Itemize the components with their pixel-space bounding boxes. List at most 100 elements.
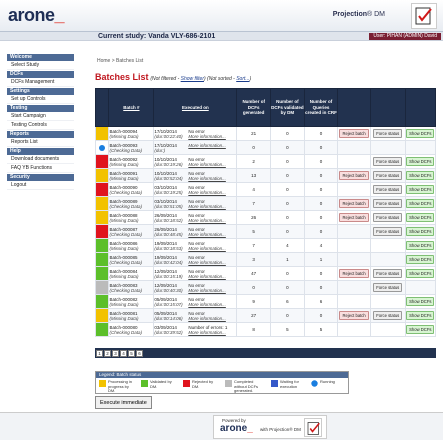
- sidebar-item-testing-controls[interactable]: Testing Controls: [7, 121, 74, 130]
- show-dcfs-button[interactable]: Show DCFs: [406, 157, 435, 166]
- executed-wrap: 03/10/2014 (dur:00:19:25) No error More inf…: [155, 185, 236, 195]
- more-information-link[interactable]: More information...: [188, 316, 226, 321]
- gen-count: 9: [236, 294, 272, 309]
- show-dcfs-button[interactable]: Show DCFs: [406, 199, 435, 208]
- batches-table: Batch # Executed on Number of DCFs gener…: [94, 88, 437, 337]
- more-information-link[interactable]: More information...: [188, 330, 226, 335]
- executed-info-block: No error More information...: [188, 283, 226, 293]
- page-button[interactable]: 6: [136, 349, 143, 357]
- force-cell: Force status: [369, 168, 406, 183]
- sidebar-item-select-study[interactable]: Select Study: [7, 61, 74, 70]
- more-information-link[interactable]: More information...: [188, 134, 226, 139]
- sidebar-item-dcfs-management[interactable]: DCFs Management: [7, 78, 74, 87]
- force-status-button[interactable]: Force status: [373, 227, 403, 236]
- show-cell: Show DCFs: [404, 308, 437, 323]
- reject-batch-button[interactable]: Reject batch: [339, 199, 369, 208]
- page-button[interactable]: 2: [104, 349, 111, 357]
- gen-count: 13: [236, 168, 272, 183]
- q-count: 6: [303, 294, 339, 309]
- status-indicator: [96, 295, 108, 308]
- more-information-link[interactable]: More information...: [188, 190, 226, 195]
- breadcrumb[interactable]: Home > Batches List: [97, 58, 143, 64]
- page-button[interactable]: 4: [120, 349, 127, 357]
- reject-cell: Reject batch: [337, 266, 371, 281]
- reject-batch-button[interactable]: Reject batch: [339, 269, 369, 278]
- show-dcfs-button[interactable]: Show DCFs: [406, 185, 435, 194]
- show-dcfs-button[interactable]: Show DCFs: [406, 171, 435, 180]
- show-dcfs-button[interactable]: Show DCFs: [406, 129, 435, 138]
- legend-item: Validated by DM.: [141, 379, 181, 394]
- force-status-button[interactable]: Force status: [373, 199, 403, 208]
- force-status-button[interactable]: Force status: [373, 283, 403, 292]
- show-dcfs-button[interactable]: Show DCFs: [406, 269, 435, 278]
- force-status-button[interactable]: Force status: [373, 213, 403, 222]
- status-cell: [94, 126, 110, 141]
- show-dcfs-button[interactable]: Show DCFs: [406, 311, 435, 320]
- status-indicator: [96, 127, 108, 140]
- more-information-link[interactable]: More information...: [188, 143, 226, 148]
- executed-wrap: 10/10/2014 (dur:00:52:04) No error More inf…: [155, 171, 236, 181]
- q-count: 0: [303, 140, 339, 155]
- table-row: Batch-000080 (Checking Data) 03/09/2014 (du…: [94, 322, 437, 337]
- force-status-button[interactable]: Force status: [373, 171, 403, 180]
- q-count: 0: [303, 168, 339, 183]
- reject-cell: Reject batch: [337, 196, 371, 211]
- executed-duration: (dur:00:40:30): [154, 287, 183, 293]
- arone-logo[interactable]: arone_: [8, 5, 65, 26]
- more-information-link[interactable]: More information...: [188, 232, 226, 237]
- show-filter-link[interactable]: Show filter: [181, 76, 204, 82]
- status-indicator: [96, 239, 108, 252]
- more-information-link[interactable]: More information...: [188, 302, 226, 307]
- more-information-link[interactable]: More information...: [188, 246, 226, 251]
- sidebar-item-set-up-controls[interactable]: Set up Controls: [7, 95, 74, 104]
- show-cell: Show DCFs: [404, 154, 437, 169]
- more-information-link[interactable]: More information...: [188, 204, 226, 209]
- sort-link[interactable]: Sort...: [236, 76, 249, 82]
- status-cell: [94, 266, 110, 281]
- more-information-link[interactable]: More information...: [188, 162, 226, 167]
- status-cell: [94, 154, 110, 169]
- reject-batch-button[interactable]: Reject batch: [339, 213, 369, 222]
- force-status-button[interactable]: Force status: [373, 157, 403, 166]
- sidebar-item-start-campaign[interactable]: Start Campaign: [7, 112, 74, 121]
- reject-batch-button[interactable]: Reject batch: [339, 129, 369, 138]
- sidebar-item-reports-list[interactable]: Reports List: [7, 138, 74, 147]
- batch-state: (Checking Data): [109, 203, 142, 209]
- val-count: 5: [270, 322, 305, 337]
- batch-column-header[interactable]: Batch #: [108, 88, 155, 127]
- show-dcfs-button[interactable]: Show DCFs: [406, 325, 435, 334]
- force-status-button[interactable]: Force status: [373, 129, 403, 138]
- executed-column-header[interactable]: Executed on: [153, 88, 238, 127]
- show-dcfs-button[interactable]: Show DCFs: [406, 297, 435, 306]
- reject-batch-button[interactable]: Reject batch: [339, 171, 369, 180]
- force-status-button[interactable]: Force status: [373, 311, 403, 320]
- force-status-button[interactable]: Force status: [373, 269, 403, 278]
- val-count: 0: [270, 210, 305, 225]
- page-button[interactable]: 5: [128, 349, 135, 357]
- show-dcfs-button[interactable]: Show DCFs: [406, 227, 435, 236]
- more-information-link[interactable]: More information...: [188, 218, 226, 223]
- sidebar-item-download-documents[interactable]: Download documents: [7, 155, 74, 164]
- more-information-link[interactable]: More information...: [188, 274, 226, 279]
- executed-duration: (dur:00:42:04): [154, 259, 183, 265]
- more-information-link[interactable]: More information...: [188, 176, 226, 181]
- reject-batch-button[interactable]: Reject batch: [339, 311, 369, 320]
- status-cell: [94, 252, 110, 267]
- more-information-link[interactable]: More information...: [188, 288, 226, 293]
- show-dcfs-button[interactable]: Show DCFs: [406, 255, 435, 264]
- sidebar-item-logout[interactable]: Logout: [7, 181, 74, 190]
- show-cell: Show DCFs: [404, 126, 437, 141]
- status-indicator: [96, 253, 108, 266]
- sidebar-item-faq-yb-functions[interactable]: FAQ YB Functions: [7, 164, 74, 173]
- more-information-link[interactable]: More information...: [188, 260, 226, 265]
- page-button[interactable]: 3: [112, 349, 119, 357]
- force-status-button[interactable]: Force status: [373, 185, 403, 194]
- execute-immediate-button[interactable]: Execute immediate: [95, 396, 152, 409]
- page-button[interactable]: 1: [96, 349, 103, 357]
- show-dcfs-button[interactable]: Show DCFs: [406, 213, 435, 222]
- show-dcfs-button[interactable]: Show DCFs: [406, 241, 435, 250]
- generated-column-header: Number of DCFs generated: [236, 88, 272, 127]
- executed-cell: 10/10/2014 (dur:00:52:04) No error More inf…: [153, 168, 238, 183]
- sidebar-section-reports: Reports: [7, 131, 74, 138]
- batch-state: (Missing Data): [109, 175, 139, 181]
